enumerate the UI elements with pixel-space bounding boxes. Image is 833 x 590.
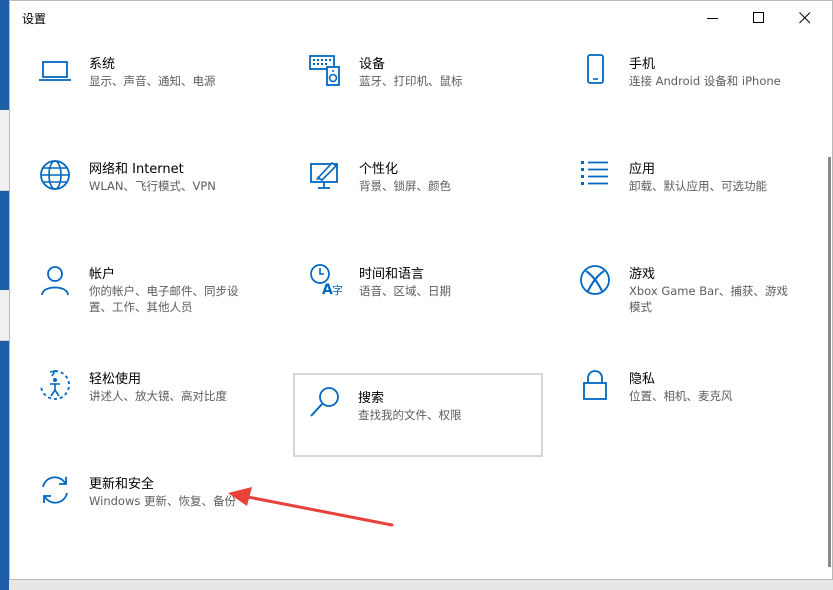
tile-label: 个性化 [359, 162, 399, 177]
tile-phone[interactable]: 手机 连接 Android 设备和 iPhone [553, 39, 801, 123]
tile-accounts[interactable]: 帐户 你的帐户、电子邮件、同步设置、工作、其他人员 [13, 249, 261, 333]
tile-description: Xbox Game Bar、捕获、游戏模式 [629, 284, 788, 314]
tile-description: 背景、锁屏、颜色 [359, 179, 451, 193]
settings-window: 设置 系统 显示、声音、通知、电源 设备 蓝牙、打印机、鼠标 手机 连接 And… [9, 0, 833, 580]
tile-description: 语音、区域、日期 [359, 284, 451, 298]
tile-update-security[interactable]: 更新和安全 Windows 更新、恢复、备份 [13, 459, 261, 543]
tile-description: 你的帐户、电子邮件、同步设置、工作、其他人员 [89, 284, 239, 314]
tile-description: 连接 Android 设备和 iPhone [629, 74, 781, 88]
tile-ease-of-access[interactable]: 轻松使用 讲述人、放大镜、高对比度 [13, 354, 261, 438]
tile-description: 位置、相机、麦克风 [629, 389, 733, 403]
tile-gaming[interactable]: 游戏 Xbox Game Bar、捕获、游戏模式 [553, 249, 801, 333]
tile-label: 应用 [629, 162, 656, 177]
tile-label: 设备 [359, 57, 386, 72]
tile-label: 网络和 Internet [89, 162, 184, 177]
tile-description: 查找我的文件、权限 [358, 408, 462, 422]
search-icon [310, 387, 339, 417]
tile-time-language[interactable]: A 字 时间和语言 语音、区域、日期 [283, 249, 531, 333]
tile-devices[interactable]: 设备 蓝牙、打印机、鼠标 [283, 39, 531, 123]
close-icon [799, 12, 811, 24]
tile-system[interactable]: 系统 显示、声音、通知、电源 [13, 39, 261, 123]
tile-description: WLAN、飞行模式、VPN [89, 179, 216, 193]
tile-description: 卸载、默认应用、可选功能 [629, 179, 767, 193]
keyboard-speaker-icon [309, 55, 340, 86]
xbox-icon [580, 265, 610, 295]
maximize-button[interactable] [736, 1, 782, 35]
person-icon [41, 266, 69, 296]
tile-label: 游戏 [629, 267, 656, 282]
tile-label: 更新和安全 [89, 477, 155, 492]
minimize-icon [707, 18, 718, 19]
tile-label: 轻松使用 [89, 372, 142, 387]
tile-privacy[interactable]: 隐私 位置、相机、麦克风 [553, 354, 801, 438]
title-bar[interactable]: 设置 [10, 1, 832, 35]
tile-description: 讲述人、放大镜、高对比度 [89, 389, 227, 403]
tile-apps[interactable]: 应用 卸载、默认应用、可选功能 [553, 144, 801, 228]
tile-description: Windows 更新、恢复、备份 [89, 494, 236, 508]
minimize-button[interactable] [690, 1, 736, 35]
laptop-icon [39, 61, 71, 81]
time-language-icon: A 字 [310, 264, 342, 297]
globe-icon [40, 160, 70, 190]
phone-icon [587, 54, 604, 84]
app-list-icon [581, 161, 608, 185]
tile-personalization[interactable]: 个性化 背景、锁屏、颜色 [283, 144, 531, 228]
lock-icon [583, 370, 607, 400]
maximize-icon [753, 12, 764, 23]
svg-text:字: 字 [332, 283, 342, 297]
paint-monitor-icon [310, 161, 338, 189]
tile-label: 帐户 [89, 267, 116, 282]
ease-of-access-icon [40, 369, 70, 400]
tile-label: 时间和语言 [359, 267, 425, 282]
tile-label: 系统 [89, 57, 116, 72]
tile-description: 蓝牙、打印机、鼠标 [359, 74, 463, 88]
settings-grid: 系统 显示、声音、通知、电源 设备 蓝牙、打印机、鼠标 手机 连接 Androi… [10, 35, 832, 579]
vertical-scrollbar[interactable] [828, 157, 831, 567]
close-button[interactable] [782, 1, 828, 35]
tile-label: 手机 [629, 57, 656, 72]
tile-network[interactable]: 网络和 Internet WLAN、飞行模式、VPN [13, 144, 261, 228]
window-title: 设置 [22, 12, 47, 26]
tile-description: 显示、声音、通知、电源 [89, 74, 216, 88]
update-sync-icon [42, 476, 68, 504]
tile-label: 搜索 [358, 391, 385, 406]
tile-search[interactable]: 搜索 查找我的文件、权限 [293, 373, 543, 457]
background-window-bottom [9, 580, 833, 590]
tile-label: 隐私 [629, 372, 656, 387]
